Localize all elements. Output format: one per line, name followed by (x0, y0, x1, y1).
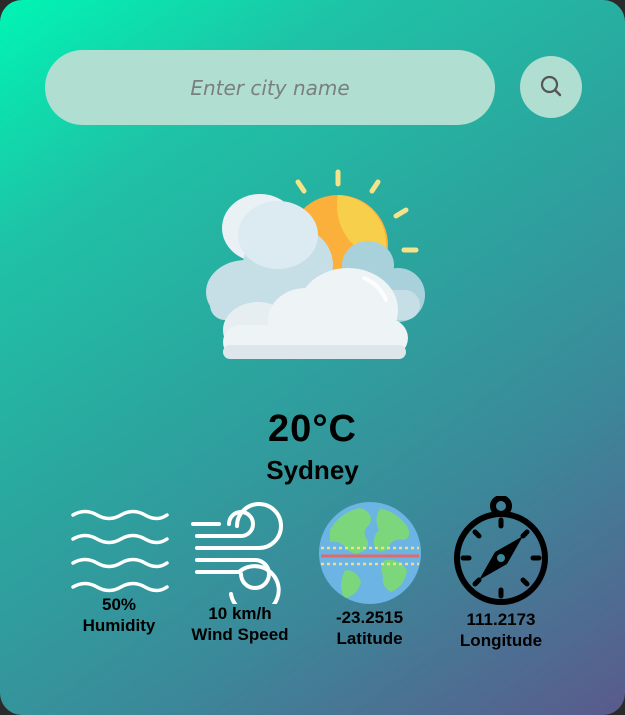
waves-icon (59, 505, 179, 595)
humidity-value: 50% (101, 595, 137, 614)
latitude-stat: -23.2515 Latitude (307, 500, 432, 650)
humidity-label: Humidity (82, 616, 156, 635)
longitude-value: 111.2173 (466, 610, 536, 629)
temperature-value: 20°C (268, 408, 357, 450)
humidity-stat: 50% Humidity (59, 505, 179, 637)
wind-icon (180, 500, 300, 604)
wind-label: Wind Speed (191, 625, 289, 644)
search-button[interactable] (520, 56, 582, 118)
globe-icon (307, 500, 432, 608)
longitude-label: Longitude (459, 631, 543, 650)
wind-value: 10 km/h (208, 604, 272, 623)
weather-card: 20°C Sydney 50% Humidity (0, 0, 625, 715)
latitude-label: Latitude (336, 629, 403, 648)
city-search-input[interactable] (45, 50, 495, 125)
search-icon (539, 74, 563, 101)
wind-stat: 10 km/h Wind Speed (180, 500, 300, 646)
search-bar (45, 50, 585, 125)
partly-cloudy-icon (198, 160, 433, 370)
compass-icon (440, 496, 562, 610)
longitude-stat: 111.2173 Longitude (440, 496, 562, 652)
latitude-value: -23.2515 (335, 608, 404, 627)
city-name: Sydney (266, 455, 359, 485)
